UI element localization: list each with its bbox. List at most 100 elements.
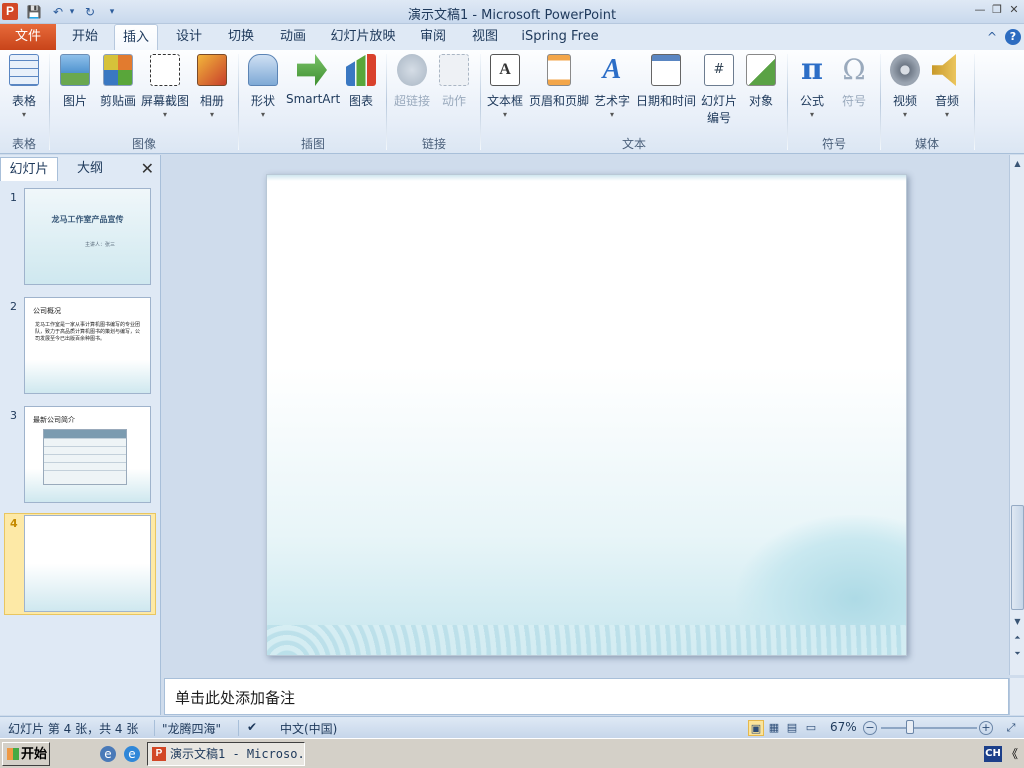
scrollbar-thumb[interactable]: [1011, 505, 1024, 610]
slide-number-button[interactable]: # 幻灯片 编号: [700, 54, 738, 126]
tab-ispring[interactable]: iSpring Free: [518, 24, 602, 50]
dropdown-arrow-icon: ▾: [209, 110, 214, 119]
picture-button[interactable]: 图片: [58, 54, 92, 109]
screenshot-label: 屏幕截图: [140, 94, 189, 108]
thumbnail-title: 龙马工作室产品宣传: [51, 215, 124, 224]
slideshow-view-icon[interactable]: ▭: [803, 720, 819, 736]
vertical-scrollbar[interactable]: ▲ ▼ ⏶ ⏷: [1009, 155, 1024, 675]
minimize-button[interactable]: —: [972, 2, 988, 18]
slide-sorter-view-icon[interactable]: ▦: [766, 720, 782, 736]
tab-file[interactable]: 文件: [0, 24, 56, 50]
screenshot-button[interactable]: 屏幕截图 ▾: [140, 54, 190, 119]
tab-review[interactable]: 审阅: [410, 24, 456, 50]
notes-placeholder: 单击此处添加备注: [175, 689, 296, 707]
notes-scrollbar[interactable]: [1009, 678, 1024, 715]
shapes-button[interactable]: 形状 ▾: [246, 54, 280, 119]
tab-slideshow[interactable]: 幻灯片放映: [326, 24, 400, 50]
tab-insert[interactable]: 插入: [114, 24, 158, 50]
zoom-out-button[interactable]: −: [863, 721, 877, 735]
group-label-symbols: 符号: [821, 137, 846, 151]
date-time-button[interactable]: 日期和时间: [636, 54, 696, 109]
tab-slides[interactable]: 幻灯片: [0, 157, 58, 181]
slide-number-label-line1: 幻灯片: [700, 94, 737, 108]
wordart-icon: A: [602, 54, 622, 85]
slide-thumbnail-2[interactable]: 公司概况 龙马工作室是一家从事计算机图书编写的专业团队，致力于高品质计算机图书的…: [24, 297, 151, 394]
textbox-label: 文本框: [486, 94, 523, 108]
fit-to-window-icon[interactable]: ⤢: [1003, 720, 1019, 736]
hyperlink-label: 超链接: [393, 94, 430, 108]
slide-thumbnail-3[interactable]: 最新公司简介: [24, 406, 151, 503]
zoom-level[interactable]: 67%: [830, 720, 857, 734]
symbol-button[interactable]: Ω 符号: [836, 54, 872, 109]
restore-button[interactable]: ❐: [989, 2, 1005, 18]
normal-view-icon[interactable]: ▣: [748, 720, 764, 736]
language-status[interactable]: 中文(中国): [280, 720, 337, 737]
reading-view-icon[interactable]: ▤: [784, 720, 800, 736]
task-label: 演示文稿1 - Microso...: [170, 747, 305, 761]
collapse-ribbon-icon[interactable]: ^: [984, 29, 1000, 45]
table-button[interactable]: 表格 ▾: [6, 54, 42, 119]
thumbnail-heading: 公司概况: [33, 307, 61, 315]
spell-check-icon[interactable]: ✔: [247, 720, 257, 734]
dropdown-arrow-icon: ▾: [809, 110, 814, 119]
close-pane-icon[interactable]: ✕: [141, 159, 154, 178]
close-button[interactable]: ✕: [1006, 2, 1022, 18]
photo-album-button[interactable]: 相册 ▾: [196, 54, 228, 119]
tab-view[interactable]: 视图: [462, 24, 508, 50]
scroll-up-icon[interactable]: ▲: [1011, 159, 1024, 168]
tab-outline[interactable]: 大纲: [62, 157, 118, 181]
thumbnail-table: [43, 429, 127, 485]
notes-pane[interactable]: 单击此处添加备注: [164, 678, 1009, 715]
slide-thumbnail-1[interactable]: 龙马工作室产品宣传 主讲人：张三: [24, 188, 151, 285]
theme-name-status[interactable]: "龙腾四海": [162, 720, 221, 737]
header-footer-button[interactable]: 页眉和页脚: [528, 54, 590, 109]
slide-number-icon: #: [704, 54, 734, 86]
clipart-icon: [103, 54, 133, 86]
windows-flag-icon: [7, 748, 19, 760]
help-icon[interactable]: ?: [1005, 29, 1021, 45]
tab-transitions[interactable]: 切换: [218, 24, 264, 50]
tab-home[interactable]: 开始: [62, 24, 108, 50]
dropdown-arrow-icon: ▾: [260, 110, 265, 119]
zoom-slider-track[interactable]: [881, 727, 977, 729]
taskbar-powerpoint-window[interactable]: P 演示文稿1 - Microso...: [147, 742, 305, 766]
chart-icon: [346, 54, 376, 86]
zoom-slider-thumb[interactable]: [906, 720, 914, 734]
slide-thumbnail-4[interactable]: [24, 515, 151, 612]
slide-top-band: [267, 175, 906, 181]
header-footer-label: 页眉和页脚: [528, 94, 589, 108]
chart-label: 图表: [348, 94, 373, 108]
start-button[interactable]: 开始: [2, 742, 50, 766]
group-label-text: 文本: [621, 137, 646, 151]
picture-icon: [60, 54, 90, 86]
next-slide-icon[interactable]: ⏷: [1011, 649, 1024, 659]
slide-number: 1: [10, 191, 17, 204]
hyperlink-button[interactable]: 超链接: [392, 54, 432, 109]
audio-button[interactable]: 音频 ▾: [930, 54, 964, 119]
scroll-down-icon[interactable]: ▼: [1011, 617, 1024, 626]
equation-button[interactable]: π 公式 ▾: [794, 54, 830, 120]
clipart-button[interactable]: 剪贴画: [96, 54, 140, 109]
textbox-button[interactable]: A 文本框 ▾: [486, 54, 524, 119]
smartart-button[interactable]: SmartArt: [286, 54, 340, 106]
video-button[interactable]: 视频 ▾: [888, 54, 922, 119]
chart-button[interactable]: 图表: [344, 54, 378, 109]
internet-explorer-icon[interactable]: e: [124, 746, 140, 762]
slide-editing-area: [162, 155, 1009, 675]
status-separator: [238, 720, 239, 736]
previous-slide-icon[interactable]: ⏶: [1011, 633, 1024, 643]
tray-expand-icon[interactable]: 《: [1006, 745, 1018, 762]
wordart-button[interactable]: A 艺术字 ▾: [594, 54, 630, 119]
audio-label: 音频: [934, 94, 959, 108]
tab-design[interactable]: 设计: [166, 24, 212, 50]
action-button[interactable]: 动作: [438, 54, 470, 109]
current-slide-canvas[interactable]: [266, 174, 907, 656]
video-label: 视频: [892, 94, 917, 108]
quicklaunch-app-icon[interactable]: e: [100, 746, 116, 762]
tab-animations[interactable]: 动画: [270, 24, 316, 50]
zoom-in-button[interactable]: +: [979, 721, 993, 735]
shapes-icon: [248, 54, 278, 86]
thumbnail-heading: 最新公司简介: [33, 416, 75, 424]
input-method-icon[interactable]: CH: [984, 746, 1002, 762]
object-button[interactable]: 对象: [744, 54, 778, 109]
